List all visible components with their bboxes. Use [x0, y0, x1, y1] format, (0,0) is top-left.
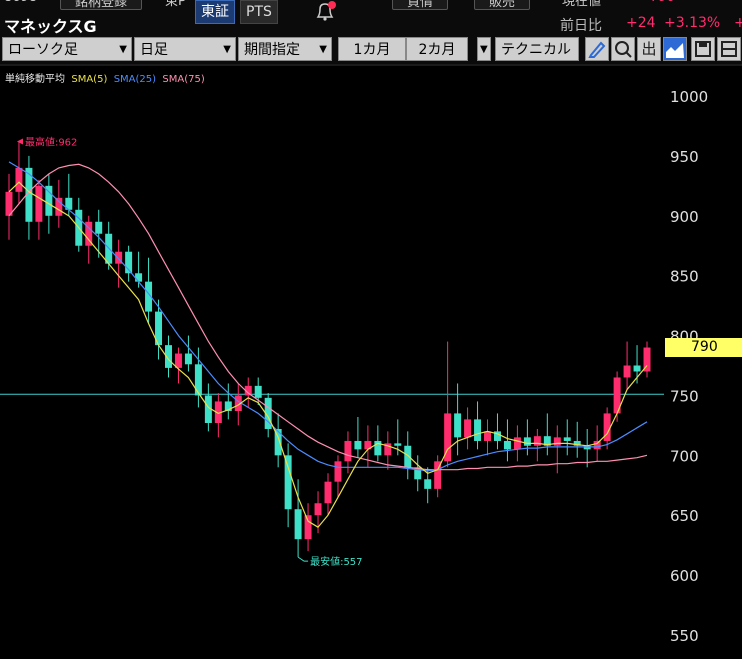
- candle-body: [464, 419, 472, 438]
- period-select[interactable]: 日足 ▼: [134, 37, 236, 61]
- alert-bell-icon[interactable]: [313, 0, 337, 22]
- candle-body: [55, 197, 63, 216]
- candle-body: [513, 437, 521, 450]
- market-label: 東P: [165, 0, 186, 9]
- candle-body: [95, 221, 103, 234]
- candle-body: [424, 479, 432, 489]
- prev-day-label: 前日比: [560, 18, 602, 34]
- chart-background: [0, 64, 742, 659]
- candle-body: [334, 461, 342, 482]
- y-tick-label: 900: [670, 208, 699, 226]
- tab-tokyo-exchange[interactable]: 東証: [195, 0, 235, 24]
- candle-body: [174, 353, 182, 368]
- zoom-icon[interactable]: [611, 37, 635, 61]
- candle-body: [484, 431, 491, 441]
- y-tick-label: 850: [670, 268, 699, 286]
- buy-button[interactable]: 買情: [392, 0, 449, 10]
- current-price-value: 790: [650, 0, 675, 8]
- y-tick-label: 650: [670, 507, 699, 525]
- candle-body: [45, 185, 53, 216]
- sma-legend: 単純移動平均 SMA(5) SMA(25) SMA(75): [5, 70, 205, 85]
- candle-body: [553, 437, 561, 446]
- change-extra: +: [734, 15, 742, 31]
- high-annotation: 最高値:962: [25, 136, 77, 149]
- candle-body: [344, 440, 352, 462]
- candle-body: [523, 437, 531, 446]
- range-1m-button[interactable]: 1カ月: [338, 37, 406, 61]
- chart-type-label: ローソク足: [8, 42, 78, 58]
- candle-body: [194, 364, 202, 396]
- pen-icon[interactable]: [585, 37, 609, 61]
- legend-sma75[interactable]: SMA(75): [162, 74, 204, 85]
- candle-body: [354, 440, 362, 450]
- range-select[interactable]: 期間指定 ▼: [238, 37, 332, 61]
- price-chart[interactable]: 1000950900850800750700650600550最高値:962最安…: [0, 64, 742, 659]
- chevron-down-icon: ▼: [223, 44, 231, 55]
- current-price-badge: 790: [665, 338, 742, 357]
- candle-body: [454, 413, 462, 438]
- candle-body: [15, 167, 23, 192]
- chevron-down-icon: ▼: [319, 44, 327, 55]
- candle-body: [314, 503, 322, 516]
- candle-body: [254, 385, 262, 398]
- range-label: 期間指定: [244, 42, 300, 58]
- legend-title: 単純移動平均: [5, 74, 65, 85]
- save-icon[interactable]: [691, 37, 715, 61]
- current-price-label: 現在値: [562, 0, 602, 9]
- chart-type-select[interactable]: ローソク足 ▼: [2, 37, 132, 61]
- candle-body: [394, 443, 402, 446]
- candle-body: [593, 440, 601, 450]
- area-chart-icon[interactable]: [663, 37, 687, 61]
- technical-button[interactable]: テクニカル: [495, 37, 579, 61]
- volume-icon[interactable]: 出: [637, 37, 661, 61]
- candle-body: [503, 440, 511, 450]
- chevron-down-icon: ▼: [119, 44, 127, 55]
- candle-body: [35, 185, 43, 222]
- candle-body: [404, 445, 412, 468]
- low-annotation: 最安値:557: [310, 555, 362, 568]
- legend-sma25[interactable]: SMA(25): [114, 74, 156, 85]
- candle-body: [135, 273, 143, 282]
- watchlist-button[interactable]: 銘柄登録: [60, 0, 143, 10]
- y-tick-label: 950: [670, 148, 699, 166]
- range-2m-button[interactable]: 2カ月: [406, 37, 468, 61]
- candle-body: [533, 436, 541, 446]
- y-tick-label: 550: [670, 627, 699, 645]
- sell-button[interactable]: 販売: [474, 0, 531, 10]
- range-more-dropdown[interactable]: ▼: [477, 37, 491, 61]
- candle-body: [184, 353, 192, 365]
- candle-body: [304, 515, 312, 540]
- stock-code: 8698: [4, 0, 37, 8]
- y-tick-label: 750: [670, 387, 699, 405]
- header-bar: 8698 銘柄登録 東P 買情 販売 現在値 790 マネックスG 東証 PTS…: [0, 0, 742, 36]
- change-value: +24: [626, 15, 656, 31]
- y-tick-label: 600: [670, 567, 699, 585]
- legend-sma5[interactable]: SMA(5): [71, 74, 107, 85]
- candle-body: [324, 481, 332, 504]
- candle-body: [284, 455, 292, 510]
- y-tick-label: 700: [670, 447, 699, 465]
- candle-body: [623, 365, 631, 378]
- candle-body: [294, 509, 302, 540]
- y-tick-label: 1000: [670, 88, 708, 106]
- candle-body: [633, 365, 641, 372]
- chart-toolbar: ローソク足 ▼ 日足 ▼ 期間指定 ▼ 1カ月 2カ月 ▼ テクニカル 出: [0, 34, 742, 64]
- candle-body: [474, 419, 482, 441]
- change-percent: +3.13%: [664, 15, 721, 31]
- period-label: 日足: [140, 42, 168, 58]
- tab-pts[interactable]: PTS: [240, 0, 278, 24]
- grid-icon[interactable]: [717, 37, 741, 61]
- candle-body: [563, 437, 571, 441]
